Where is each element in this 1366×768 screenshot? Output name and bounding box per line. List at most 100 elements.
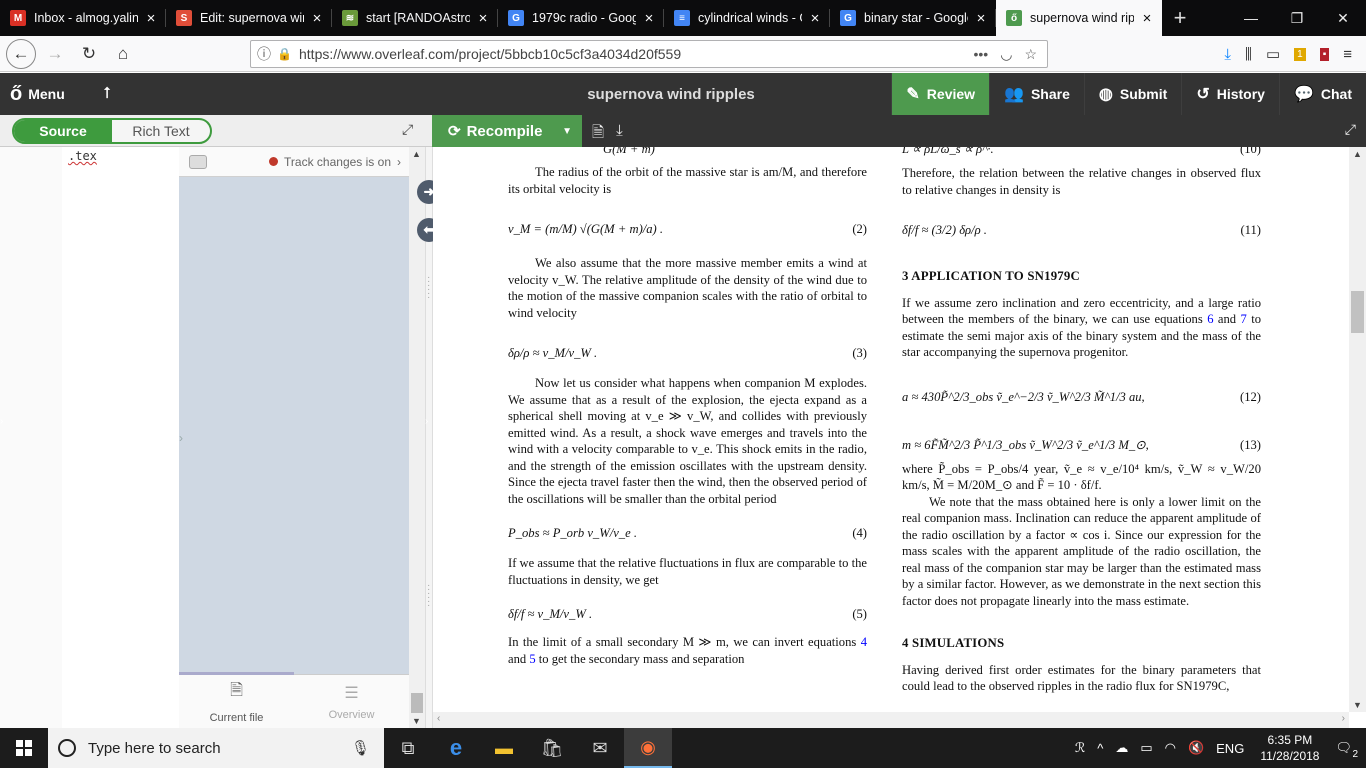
- reload-button[interactable]: ↻: [74, 39, 104, 69]
- submit-button[interactable]: ◍ Submit: [1083, 73, 1181, 115]
- pdf-vertical-scrollbar[interactable]: ▲ ▼: [1349, 147, 1366, 712]
- minimize-icon[interactable]: —: [1228, 0, 1274, 36]
- hamburger-menu-icon[interactable]: ≡: [1343, 46, 1352, 63]
- track-changes-toggle[interactable]: Track changes is on ›: [269, 155, 401, 169]
- new-tab-button[interactable]: +: [1162, 0, 1198, 36]
- windows-start-icon[interactable]: [0, 728, 48, 768]
- sidebar-icon[interactable]: ▭: [1266, 45, 1280, 63]
- browser-tab[interactable]: G 1979c radio - Googl ×: [498, 0, 664, 36]
- volume-icon[interactable]: 🔇: [1188, 740, 1204, 756]
- download-icon[interactable]: ⤓: [1224, 46, 1231, 63]
- page-actions-icon[interactable]: •••: [974, 46, 989, 63]
- history-button[interactable]: ↺ History: [1181, 73, 1279, 115]
- editor-mode-toggle[interactable]: Source Rich Text: [12, 118, 212, 144]
- resize-grip-bottom-icon[interactable]: · · · · · ·: [427, 581, 431, 611]
- extension-red-icon[interactable]: ▪: [1319, 47, 1330, 61]
- taskbar-search[interactable]: Type here to search 🎙: [48, 728, 384, 768]
- review-button[interactable]: ✎ Review: [891, 73, 990, 115]
- file-name-text[interactable]: .tex: [62, 147, 179, 163]
- browser-tab[interactable]: S Edit: supernova win ×: [166, 0, 332, 36]
- clock[interactable]: 6:35 PM 11/28/2018: [1260, 732, 1319, 764]
- show-hidden-icon[interactable]: ^: [1097, 741, 1103, 756]
- menu-button[interactable]: ő Menu: [0, 83, 92, 106]
- firefox-icon[interactable]: ◉: [624, 728, 672, 768]
- notifications-icon[interactable]: 🗨 2: [1335, 740, 1358, 760]
- browser-tab[interactable]: ≋ start [RANDOAstro] ×: [332, 0, 498, 36]
- info-icon[interactable]: ⓘ: [251, 44, 277, 64]
- library-icon[interactable]: ⫼: [1245, 46, 1252, 63]
- file-explorer-icon[interactable]: ▬: [480, 728, 528, 768]
- download-pdf-icon[interactable]: ⤓: [616, 122, 623, 147]
- current-file-tab[interactable]: 🗎 Current file: [179, 675, 294, 728]
- pdf-scroll-left-icon[interactable]: ‹: [437, 713, 440, 724]
- editor-scroll-thumb[interactable]: [411, 693, 423, 713]
- url-bar[interactable]: ⓘ 🔒 https://www.overleaf.com/project/5bb…: [250, 40, 1048, 68]
- close-tab-icon[interactable]: ×: [144, 10, 158, 27]
- people-icon[interactable]: ℛ: [1075, 740, 1085, 756]
- equation-ref-link[interactable]: 5: [529, 652, 535, 666]
- paper-right-column: L ∝ ρL/ω_s ∝ ρ^·. (10) Therefore, the rel…: [902, 147, 1261, 695]
- up-arrow-icon[interactable]: ⭡: [92, 85, 122, 103]
- back-button[interactable]: ←: [6, 38, 36, 69]
- expand-editor-icon[interactable]: ⤢: [402, 121, 413, 138]
- close-tab-icon[interactable]: ×: [808, 10, 822, 27]
- extension-icon[interactable]: 1: [1294, 47, 1306, 61]
- overview-tab[interactable]: ☰ Overview: [294, 675, 409, 728]
- pdf-horizontal-scrollbar[interactable]: ‹ ›: [433, 712, 1349, 728]
- edge-icon[interactable]: e: [432, 728, 480, 768]
- microphone-icon[interactable]: 🎙: [351, 739, 370, 757]
- mail-icon[interactable]: ✉: [576, 728, 624, 768]
- url-text[interactable]: https://www.overleaf.com/project/5bbcb10…: [293, 46, 974, 62]
- task-view-icon[interactable]: ⧉: [384, 728, 432, 768]
- close-tab-icon[interactable]: ×: [642, 10, 656, 27]
- bookmark-star-icon[interactable]: ☆: [1024, 46, 1037, 63]
- wifi-icon[interactable]: ◠: [1165, 740, 1176, 756]
- pocket-icon[interactable]: ◡: [1000, 46, 1012, 63]
- restore-icon[interactable]: ❐: [1274, 0, 1320, 36]
- close-tab-icon[interactable]: ×: [1140, 10, 1154, 27]
- left-collapse-icon[interactable]: ›: [0, 416, 3, 427]
- rich-text-tab[interactable]: Rich Text: [112, 120, 210, 142]
- equation-ref-link[interactable]: 4: [861, 635, 867, 649]
- line-gutter: [0, 147, 62, 728]
- browser-nav-bar: ← → ↻ ⌂ ⓘ 🔒 https://www.overleaf.com/pro…: [0, 36, 1366, 72]
- battery-icon[interactable]: ▭: [1140, 740, 1152, 756]
- close-tab-icon[interactable]: ×: [476, 10, 490, 27]
- collapse-chevron-icon[interactable]: ›: [179, 431, 183, 445]
- pdf-scroll-right-icon[interactable]: ›: [1342, 713, 1345, 724]
- pdf-scroll-thumb[interactable]: [1351, 291, 1364, 333]
- scroll-down-icon[interactable]: ▼: [412, 716, 421, 726]
- store-icon[interactable]: 🛍: [528, 728, 576, 768]
- resize-grip-icon[interactable]: · · · · · ·: [427, 273, 431, 303]
- and-text: and: [1217, 312, 1237, 326]
- equation-ref-link[interactable]: 6: [1207, 312, 1213, 326]
- pdf-scroll-up-icon[interactable]: ▲: [1353, 149, 1362, 159]
- source-editor[interactable]: .tex: [62, 147, 179, 728]
- pdf-preview[interactable]: G(M + m) The radius of the orbit of the …: [433, 147, 1349, 712]
- browser-tab[interactable]: M Inbox - almog.yalin ×: [0, 0, 166, 36]
- close-tab-icon[interactable]: ×: [974, 10, 988, 27]
- share-button[interactable]: 👥 Share: [989, 73, 1084, 115]
- close-window-icon[interactable]: ✕: [1320, 0, 1366, 36]
- pdf-collapse-icon[interactable]: ›: [425, 416, 428, 427]
- scroll-up-icon[interactable]: ▲: [412, 149, 421, 159]
- equation-ref-link[interactable]: 7: [1241, 312, 1247, 326]
- recompile-button[interactable]: ⟳ Recompile ▼: [432, 115, 582, 147]
- source-tab[interactable]: Source: [14, 120, 112, 142]
- close-tab-icon[interactable]: ×: [310, 10, 324, 27]
- google-icon: G: [840, 10, 856, 26]
- add-comment-icon[interactable]: [189, 154, 207, 169]
- caret-down-icon[interactable]: ▼: [562, 126, 572, 137]
- pdf-scroll-down-icon[interactable]: ▼: [1353, 700, 1362, 710]
- onedrive-icon[interactable]: ☁: [1115, 740, 1128, 756]
- chat-button[interactable]: 💬 Chat: [1278, 73, 1366, 115]
- paragraph: We also assume that the more massive mem…: [508, 256, 867, 320]
- browser-tab[interactable]: ≡ cylindrical winds - G ×: [664, 0, 830, 36]
- home-button[interactable]: ⌂: [108, 39, 138, 69]
- forward-button[interactable]: →: [40, 39, 70, 69]
- language-indicator[interactable]: ENG: [1216, 741, 1244, 756]
- browser-tab[interactable]: Gbinary star - Google ×: [830, 0, 996, 36]
- browser-tab[interactable]: ő supernova wind ripp ×: [996, 0, 1162, 36]
- expand-pdf-icon[interactable]: ⤢: [1345, 121, 1356, 138]
- logs-icon[interactable]: 🗎: [592, 122, 604, 147]
